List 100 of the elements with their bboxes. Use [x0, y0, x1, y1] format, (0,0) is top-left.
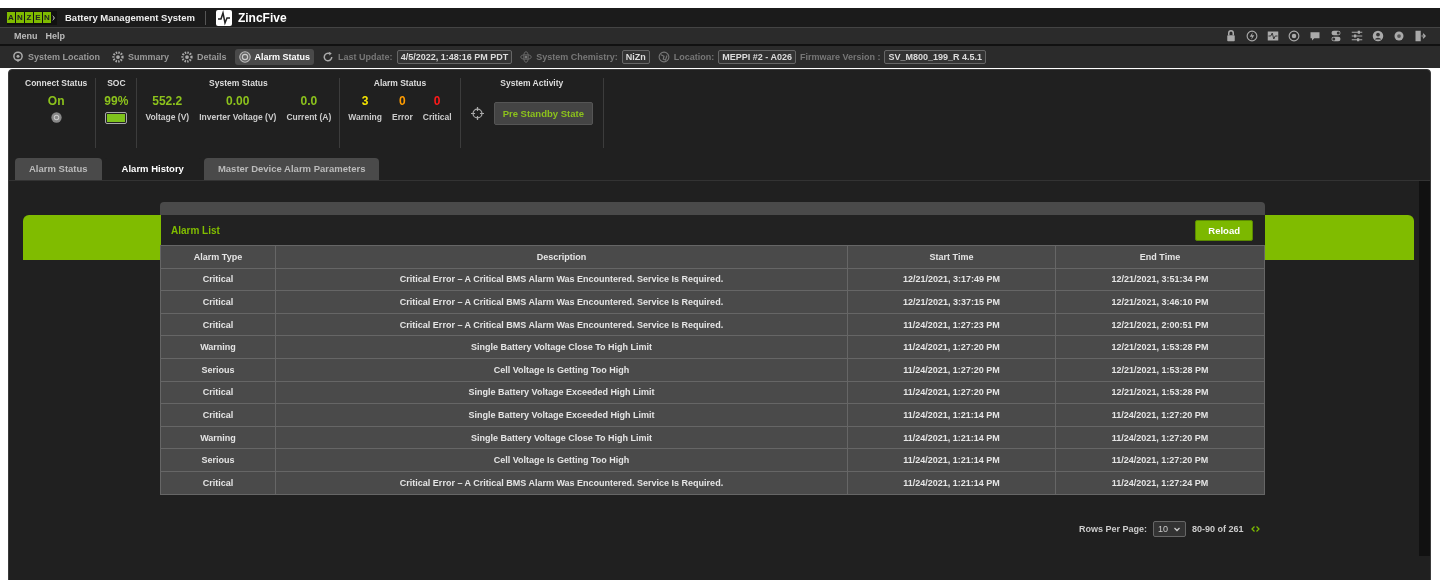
activity-button[interactable]: Pre Standby State [493, 102, 593, 125]
page-range: 80-90 of 261 [1192, 524, 1244, 534]
user-icon[interactable] [1372, 30, 1384, 42]
globe-icon [657, 51, 670, 63]
nav-link[interactable]: Details [177, 49, 231, 65]
toggle-icon[interactable] [1330, 30, 1342, 42]
table-cell: Cell Voltage Is Getting Too High [275, 358, 848, 382]
tab[interactable]: Master Device Alarm Parameters [203, 158, 380, 180]
tab[interactable]: Alarm Status [15, 158, 102, 180]
table-cell: Single Battery Voltage Exceeded High Limit [275, 381, 848, 404]
table-cell: 11/24/2021, 1:27:24 PM [1055, 471, 1265, 495]
atom-icon [520, 51, 533, 63]
refresh-icon [322, 51, 335, 63]
company-name: ZincFive [237, 10, 287, 25]
lock-icon[interactable] [1225, 30, 1237, 42]
field-label: System Chemistry: [536, 52, 618, 62]
metric-label: Voltage (V) [145, 112, 190, 122]
table-cell: 12/21/2021, 3:17:49 PM [847, 268, 1056, 291]
gear-icon [112, 51, 125, 63]
section-title: System Activity [500, 78, 564, 88]
rows-per-page-select[interactable]: 10 [1153, 521, 1187, 537]
table-cell: 11/24/2021, 1:21:14 PM [847, 471, 1056, 495]
table-cell: Single Battery Voltage Exceeded High Limit [275, 403, 848, 427]
table-cell: 12/21/2021, 2:00:51 PM [1055, 313, 1265, 336]
metric-label: Inverter Voltage (V) [199, 112, 277, 122]
value-field: 4/5/2022, 1:48:16 PM PDT [396, 50, 513, 64]
metric-label: Critical [422, 112, 452, 122]
value-field: NiZn [621, 50, 650, 64]
nav-link[interactable]: Alarm Status [234, 49, 315, 65]
field-label: Last Update: [338, 52, 393, 62]
nav-link[interactable]: Summary [108, 49, 174, 65]
page-arrows-icon[interactable] [1249, 525, 1261, 533]
rows-per-page-label: Rows Per Page: [1079, 524, 1148, 534]
table-cell: Critical [160, 403, 276, 427]
app-title: Battery Management System [65, 12, 195, 23]
gear-icon [181, 51, 194, 63]
status-value: On [47, 94, 65, 108]
column-header: Alarm Type [160, 245, 276, 269]
table-cell: 12/21/2021, 3:46:10 PM [1055, 290, 1265, 314]
table-cell: 11/24/2021, 1:21:14 PM [847, 426, 1056, 449]
table-cell: 11/24/2021, 1:27:23 PM [847, 313, 1056, 336]
menu-item[interactable]: Menu [14, 31, 38, 41]
table-cell: Critical Error – A Critical BMS Alarm Was Encountered. Service Is Required. [275, 313, 848, 336]
panel-title: Alarm List [171, 224, 220, 236]
table-cell: 12/21/2021, 1:53:28 PM [1055, 358, 1265, 382]
table-cell: 11/24/2021, 1:27:20 PM [847, 381, 1056, 404]
section-title: Alarm Status [373, 78, 427, 88]
target-icon[interactable] [1288, 30, 1300, 42]
battery-icon [105, 112, 128, 124]
table-cell: 11/24/2021, 1:21:14 PM [847, 403, 1056, 427]
table-cell: Single Battery Voltage Close To High Limit [275, 335, 848, 359]
section-title: SOC [107, 78, 126, 88]
table-cell: Critical Error – A Critical BMS Alarm Was Encountered. Service Is Required. [275, 471, 848, 495]
table-cell: Serious [160, 358, 276, 382]
metric-label: Error [392, 112, 413, 122]
column-header: Start Time [847, 245, 1056, 269]
crosshair-icon [470, 107, 484, 120]
scrollbar[interactable] [1419, 181, 1430, 556]
soc-value: 99% [104, 94, 129, 108]
column-header: End Time [1055, 245, 1265, 269]
table-cell: Critical [160, 381, 276, 404]
lightning-icon[interactable] [1246, 30, 1258, 42]
section-title: System Status [209, 78, 268, 88]
metric-label: Current (A) [286, 112, 332, 122]
field-label: Firmware Version : [799, 52, 881, 62]
column-header: Description [275, 245, 848, 269]
table-cell: Critical Error – A Critical BMS Alarm Was Encountered. Service Is Required. [275, 268, 848, 291]
nav-link[interactable]: System Location [8, 49, 105, 65]
table-cell: Critical [160, 268, 276, 291]
metric-label: Warning [348, 112, 382, 122]
value-field: SV_M800_199_R 4.5.1 [884, 50, 987, 64]
alarm-count: 0 [433, 94, 441, 108]
exit-icon[interactable] [1414, 30, 1426, 42]
metric-value: 0.00 [226, 94, 250, 108]
alarm-icon [238, 51, 251, 63]
sliders-icon[interactable] [1351, 30, 1363, 42]
table-cell: 11/24/2021, 1:27:20 PM [1055, 448, 1265, 472]
metric-value: 0.0 [300, 94, 318, 108]
power-icon [50, 112, 62, 123]
table-cell: 11/24/2021, 1:27:20 PM [1055, 403, 1265, 427]
caret-icon [1173, 525, 1182, 533]
field-label: Location: [673, 52, 715, 62]
table-cell: 12/21/2021, 3:37:15 PM [847, 290, 1056, 314]
value-field: MEPPI #2 - A026 [718, 50, 796, 64]
table-cell: Warning [160, 426, 276, 449]
table-cell: 11/24/2021, 1:27:20 PM [1055, 426, 1265, 449]
chat-icon[interactable] [1309, 30, 1321, 42]
table-cell: Critical [160, 471, 276, 495]
settings-icon[interactable] [1393, 30, 1405, 42]
table-cell: 11/24/2021, 1:27:20 PM [847, 335, 1056, 359]
table-cell: Cell Voltage Is Getting Too High [275, 448, 848, 472]
table-cell: 12/21/2021, 3:51:34 PM [1055, 268, 1265, 291]
table-cell: 11/24/2021, 1:21:14 PM [847, 448, 1056, 472]
metric-value: 552.2 [152, 94, 183, 108]
pulse-icon[interactable] [1267, 30, 1279, 42]
table-cell: Critical [160, 290, 276, 314]
menu-item[interactable]: Help [45, 31, 65, 41]
table-cell: Single Battery Voltage Close To High Limit [275, 426, 848, 449]
pin-icon [12, 51, 24, 63]
logo: A N Z E N [7, 10, 57, 25]
